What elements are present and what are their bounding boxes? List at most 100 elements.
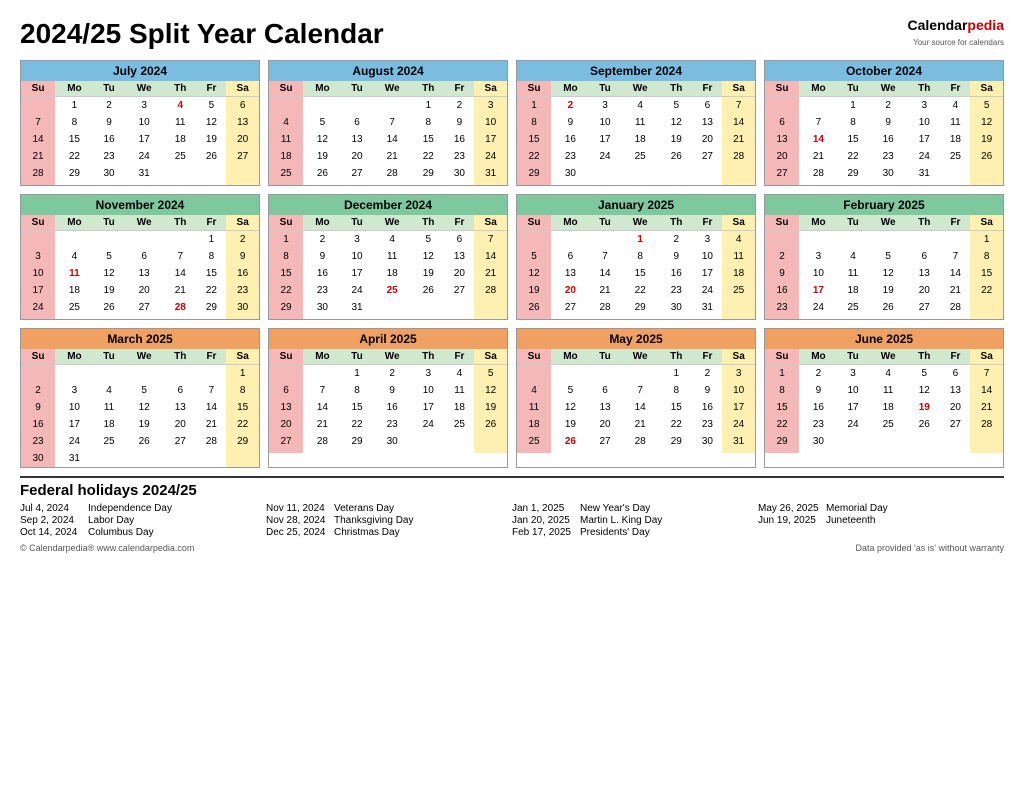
day-12: 12 [868, 265, 908, 282]
empty-cell [517, 450, 551, 453]
empty-cell [474, 316, 507, 319]
empty-cell [551, 231, 590, 249]
day-header-mo: Mo [303, 215, 342, 231]
day-31: 31 [342, 299, 373, 316]
day-12: 12 [474, 382, 507, 399]
day-27: 27 [164, 433, 197, 450]
calendar-table: SuMoTuWeThFrSa12345678910111213141516171… [517, 81, 755, 185]
day-header-fr: Fr [941, 215, 971, 231]
day-9: 9 [372, 382, 412, 399]
empty-cell [722, 299, 755, 316]
day-16: 16 [94, 131, 125, 148]
day-28: 28 [372, 165, 412, 182]
day-18: 18 [372, 265, 412, 282]
day-13: 13 [164, 399, 197, 416]
empty-cell [799, 182, 838, 185]
day-17: 17 [55, 416, 94, 433]
empty-cell [445, 182, 475, 185]
day-30: 30 [693, 433, 723, 450]
day-header-fr: Fr [693, 215, 723, 231]
empty-cell [303, 182, 342, 185]
day-header-we: We [124, 349, 164, 365]
day-header-we: We [868, 349, 908, 365]
day-19: 19 [868, 282, 908, 299]
empty-cell [21, 182, 55, 185]
day-29: 29 [838, 165, 869, 182]
calendar-table: SuMoTuWeThFrSa12345678910111213141516171… [21, 81, 259, 185]
day-13: 13 [590, 399, 621, 416]
day-header-th: Th [412, 215, 445, 231]
day-10: 10 [693, 248, 723, 265]
day-19: 19 [970, 131, 1003, 148]
holiday-date: Jul 4, 2024 [20, 503, 82, 514]
day-29: 29 [55, 165, 94, 182]
day-22: 22 [226, 416, 259, 433]
day-21: 21 [941, 282, 971, 299]
day-22: 22 [970, 282, 1003, 299]
day-12: 12 [94, 265, 125, 282]
empty-cell [474, 450, 507, 453]
empty-cell [55, 182, 94, 185]
day-22: 22 [660, 416, 693, 433]
day-30: 30 [21, 450, 55, 467]
day-13: 13 [226, 114, 259, 131]
day-15: 15 [660, 399, 693, 416]
day-1: 1 [970, 231, 1003, 249]
day-header-sa: Sa [226, 349, 259, 365]
empty-cell [838, 231, 869, 249]
day-19: 19 [908, 399, 941, 416]
day-header-mo: Mo [551, 81, 590, 97]
day-5: 5 [868, 248, 908, 265]
day-12: 12 [551, 399, 590, 416]
day-9: 9 [693, 382, 723, 399]
day-26: 26 [303, 165, 342, 182]
holiday-row: Jul 4, 2024Independence Day [20, 503, 258, 514]
day-9: 9 [551, 114, 590, 131]
day-25: 25 [445, 416, 475, 433]
day-6: 6 [765, 114, 799, 131]
day-9: 9 [868, 114, 908, 131]
day-header-su: Su [269, 349, 303, 365]
day-5: 5 [908, 365, 941, 383]
calendar-header: April 2025 [269, 329, 507, 349]
empty-cell [412, 433, 445, 450]
day-7: 7 [722, 97, 755, 115]
day-header-su: Su [21, 215, 55, 231]
day-8: 8 [620, 248, 660, 265]
calendar-table: SuMoTuWeThFrSa12345678910111213141516171… [765, 215, 1003, 319]
day-26: 26 [474, 416, 507, 433]
holidays-title: Federal holidays 2024/25 [20, 482, 1004, 499]
day-17: 17 [412, 399, 445, 416]
day-9: 9 [445, 114, 475, 131]
day-5: 5 [303, 114, 342, 131]
day-14: 14 [722, 114, 755, 131]
day-header-sa: Sa [722, 349, 755, 365]
empty-cell [620, 165, 660, 182]
day-21: 21 [164, 282, 197, 299]
empty-cell [908, 231, 941, 249]
empty-cell [590, 365, 621, 383]
day-header-sa: Sa [474, 349, 507, 365]
day-header-tu: Tu [590, 81, 621, 97]
calendar-header: December 2024 [269, 195, 507, 215]
day-19: 19 [660, 131, 693, 148]
day-15: 15 [342, 399, 373, 416]
calendar-header: May 2025 [517, 329, 755, 349]
empty-cell [445, 316, 475, 319]
empty-cell [660, 450, 693, 453]
day-header-fr: Fr [693, 349, 723, 365]
day-29: 29 [620, 299, 660, 316]
day-24: 24 [342, 282, 373, 299]
empty-cell [868, 450, 908, 453]
empty-cell [517, 316, 551, 319]
day-header-tu: Tu [342, 349, 373, 365]
day-header-fr: Fr [197, 81, 227, 97]
empty-cell [55, 316, 94, 319]
day-header-fr: Fr [197, 215, 227, 231]
day-14: 14 [21, 131, 55, 148]
day-19: 19 [551, 416, 590, 433]
day-17: 17 [693, 265, 723, 282]
empty-cell [372, 316, 412, 319]
day-header-we: We [124, 215, 164, 231]
day-header-we: We [620, 215, 660, 231]
